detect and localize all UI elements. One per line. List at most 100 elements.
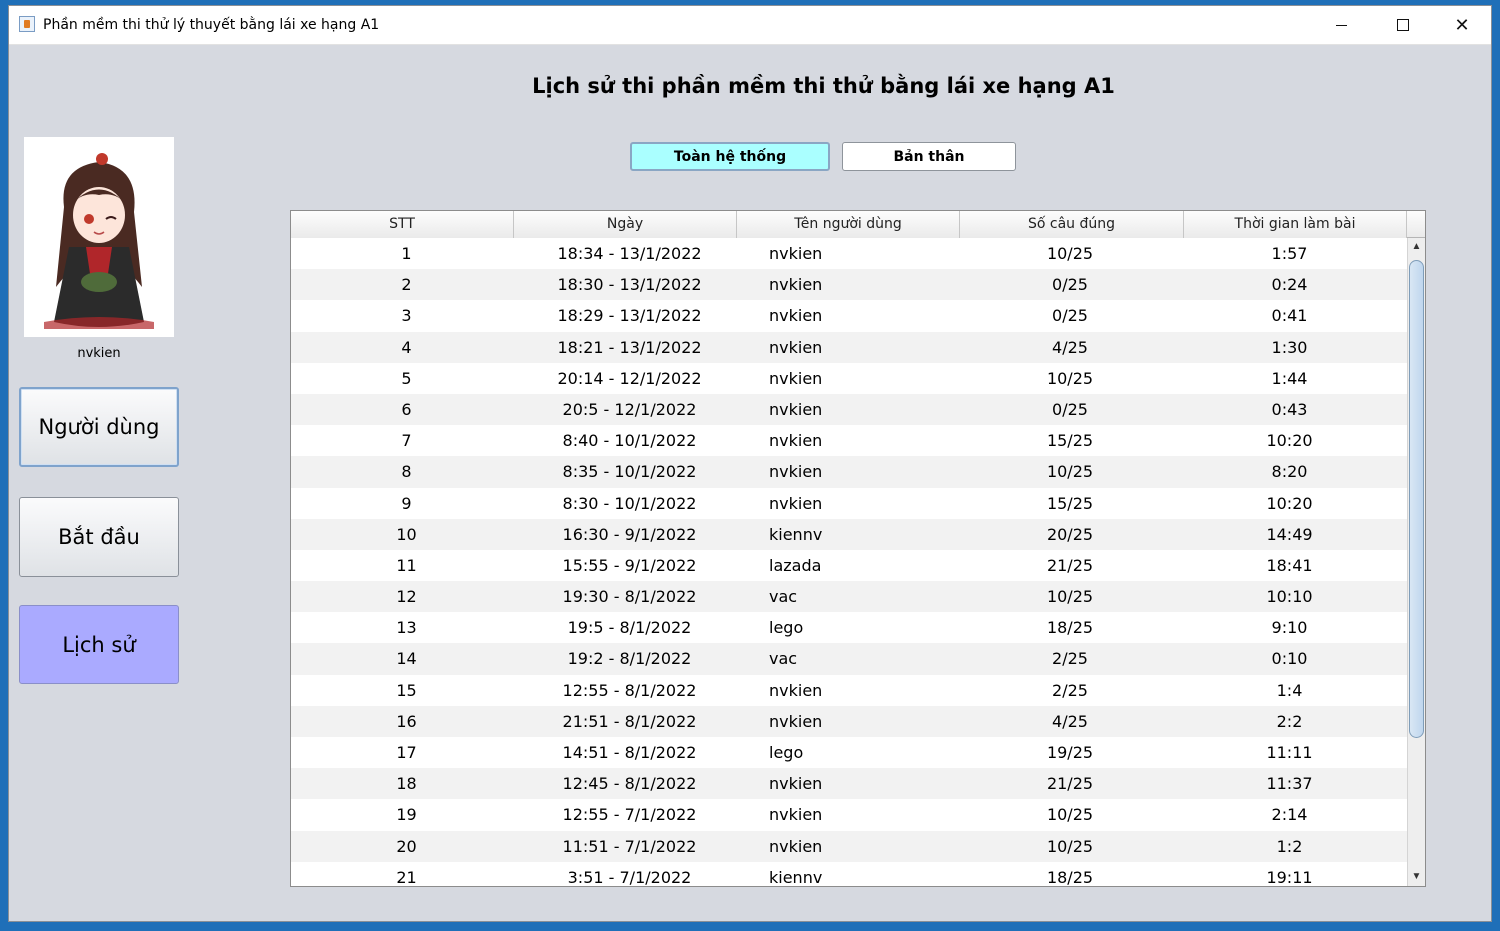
- vertical-scrollbar[interactable]: ▲ ▼: [1407, 238, 1425, 886]
- table-cell: 5: [401, 368, 412, 388]
- scroll-down-arrow-icon[interactable]: ▼: [1408, 868, 1425, 886]
- history-table[interactable]: STT Ngày Tên người dùng Số câu đúng Thời gia…: [290, 210, 1426, 887]
- table-cell: 10:20: [1266, 493, 1313, 513]
- users-button[interactable]: Người dùng: [19, 387, 179, 467]
- table-cell: 21:51 - 8/1/2022: [562, 711, 697, 731]
- minimize-button[interactable]: [1312, 6, 1370, 44]
- table-cell: 10: [396, 524, 417, 544]
- table-row[interactable]: 1 18:34 - 13/1/2022 nvkien 10/25 1:57: [291, 238, 1407, 270]
- table-row[interactable]: 3 18:29 - 13/1/2022 nvkien 0/25 0:41: [291, 300, 1407, 332]
- table-row[interactable]: 6 20:5 - 12/1/2022 nvkien 0/25 0:43: [291, 393, 1407, 426]
- table-cell: 7: [401, 431, 412, 451]
- table-cell: 19:30 - 8/1/2022: [562, 587, 697, 607]
- close-button[interactable]: ✕: [1433, 6, 1491, 44]
- table-row[interactable]: 7 8:40 - 10/1/2022 nvkien 15/25 10:20: [291, 425, 1407, 457]
- table-cell: 1:4: [1276, 680, 1303, 700]
- table-cell: nvkien: [769, 493, 823, 513]
- tab-whole-system[interactable]: Toàn hệ thống: [630, 142, 830, 171]
- username-label: nvkien: [77, 346, 121, 361]
- table-row[interactable]: 19 12:55 - 7/1/2022 nvkien 10/25 2:14: [291, 799, 1407, 831]
- avatar-illustration: [24, 137, 174, 337]
- table-row[interactable]: 16 21:51 - 8/1/2022 nvkien 4/25 2:2: [291, 705, 1407, 737]
- table-row[interactable]: 9 8:30 - 10/1/2022 nvkien 15/25 10:20: [291, 487, 1407, 519]
- table-cell: 18/25: [1046, 867, 1094, 887]
- table-row[interactable]: 20 11:51 - 7/1/2022 nvkien 10/25 1:2: [291, 830, 1407, 862]
- table-cell: 8:40 - 10/1/2022: [562, 431, 697, 451]
- table-row[interactable]: 15 12:55 - 8/1/2022 nvkien 2/25 1:4: [291, 674, 1407, 706]
- table-cell: 15: [396, 680, 417, 700]
- column-header[interactable]: Thời gian làm bài: [1184, 211, 1407, 238]
- java-app-icon: [19, 16, 35, 32]
- table-cell: 18: [396, 774, 417, 794]
- minimize-icon: [1335, 24, 1347, 26]
- table-cell: 21: [396, 867, 417, 887]
- table-cell: 16:30 - 9/1/2022: [562, 524, 697, 544]
- table-row[interactable]: 5 20:14 - 12/1/2022 nvkien 10/25 1:44: [291, 362, 1407, 394]
- table-cell: 1: [401, 244, 412, 263]
- table-cell: 20/25: [1046, 524, 1094, 544]
- table-cell: 15/25: [1046, 431, 1094, 451]
- table-cell: 0:24: [1271, 275, 1308, 295]
- table-cell: 12: [396, 587, 417, 607]
- tab-whole-system-label: Toàn hệ thống: [673, 148, 787, 165]
- table-cell: 19: [396, 805, 417, 825]
- table-cell: lego: [769, 618, 804, 638]
- table-cell: 19:2 - 8/1/2022: [567, 649, 692, 669]
- table-header-corner: [1407, 211, 1425, 238]
- start-button[interactable]: Bắt đầu: [19, 497, 179, 577]
- column-header[interactable]: Số câu đúng: [960, 211, 1184, 238]
- table-row[interactable]: 2 18:30 - 13/1/2022 nvkien 0/25 0:24: [291, 269, 1407, 301]
- table-cell: nvkien: [769, 306, 823, 326]
- table-cell: 9: [401, 493, 412, 513]
- table-row[interactable]: 8 8:35 - 10/1/2022 nvkien 10/25 8:20: [291, 456, 1407, 488]
- table-cell: 10/25: [1046, 805, 1094, 825]
- table-cell: 0:43: [1271, 399, 1308, 419]
- table-cell: 18:30 - 13/1/2022: [557, 275, 702, 295]
- table-cell: 18:29 - 13/1/2022: [557, 306, 702, 326]
- table-row[interactable]: 4 18:21 - 13/1/2022 nvkien 4/25 1:30: [291, 331, 1407, 363]
- table-cell: nvkien: [769, 368, 823, 388]
- table-cell: 2:14: [1271, 805, 1308, 825]
- scrollbar-thumb[interactable]: [1409, 260, 1424, 738]
- table-cell: 0:41: [1271, 306, 1308, 326]
- history-button[interactable]: Lịch sử: [19, 605, 179, 684]
- table-cell: 10:20: [1266, 431, 1313, 451]
- column-header[interactable]: Tên người dùng: [737, 211, 960, 238]
- table-cell: 11:11: [1266, 743, 1313, 762]
- table-row[interactable]: 18 12:45 - 8/1/2022 nvkien 21/25 11:37: [291, 768, 1407, 800]
- table-cell: 2/25: [1052, 680, 1088, 700]
- table-row[interactable]: 13 19:5 - 8/1/2022 lego 18/25 9:10: [291, 612, 1407, 644]
- table-row[interactable]: 14 19:2 - 8/1/2022 vac 2/25 0:10: [291, 643, 1407, 675]
- table-cell: nvkien: [769, 711, 823, 731]
- table-row[interactable]: 17 14:51 - 8/1/2022 lego 19/25 11:11: [291, 737, 1407, 769]
- table-cell: 0/25: [1052, 275, 1088, 295]
- table-cell: 18/25: [1046, 618, 1094, 638]
- table-cell: 1:30: [1271, 337, 1308, 357]
- table-row[interactable]: 21 3:51 - 7/1/2022 kiennv 18/25 19:11: [291, 861, 1407, 887]
- table-cell: 6: [401, 399, 412, 419]
- table-cell: 20:5 - 12/1/2022: [562, 399, 697, 419]
- tab-self[interactable]: Bản thân: [842, 142, 1016, 171]
- table-cell: 14:49: [1266, 524, 1313, 544]
- scroll-up-arrow-icon[interactable]: ▲: [1408, 238, 1425, 256]
- table-cell: 12:55 - 7/1/2022: [562, 805, 697, 825]
- table-cell: 17: [396, 743, 417, 762]
- table-cell: 1:44: [1271, 368, 1308, 388]
- column-header[interactable]: Ngày: [514, 211, 737, 238]
- table-cell: 0:10: [1271, 649, 1308, 669]
- table-cell: nvkien: [769, 805, 823, 825]
- table-cell: 10/25: [1046, 462, 1094, 482]
- table-cell: lego: [769, 743, 804, 762]
- start-button-label: Bắt đầu: [58, 525, 140, 549]
- table-cell: 8:20: [1271, 462, 1308, 482]
- maximize-button[interactable]: [1374, 6, 1432, 44]
- table-cell: 8:30 - 10/1/2022: [562, 493, 697, 513]
- table-cell: 21/25: [1046, 555, 1094, 575]
- app-window: Phần mềm thi thử lý thuyết bằng lái xe h…: [8, 5, 1492, 922]
- table-row[interactable]: 12 19:30 - 8/1/2022 vac 10/25 10:10: [291, 581, 1407, 613]
- table-row[interactable]: 10 16:30 - 9/1/2022 kiennv 20/25 14:49: [291, 518, 1407, 550]
- table-row[interactable]: 11 15:55 - 9/1/2022 lazada 21/25 18:41: [291, 549, 1407, 582]
- column-header[interactable]: STT: [291, 211, 514, 238]
- table-cell: 11:51 - 7/1/2022: [562, 836, 697, 856]
- table-body[interactable]: 1 18:34 - 13/1/2022 nvkien 10/25 1:57 2 1 8:30 …: [291, 238, 1407, 887]
